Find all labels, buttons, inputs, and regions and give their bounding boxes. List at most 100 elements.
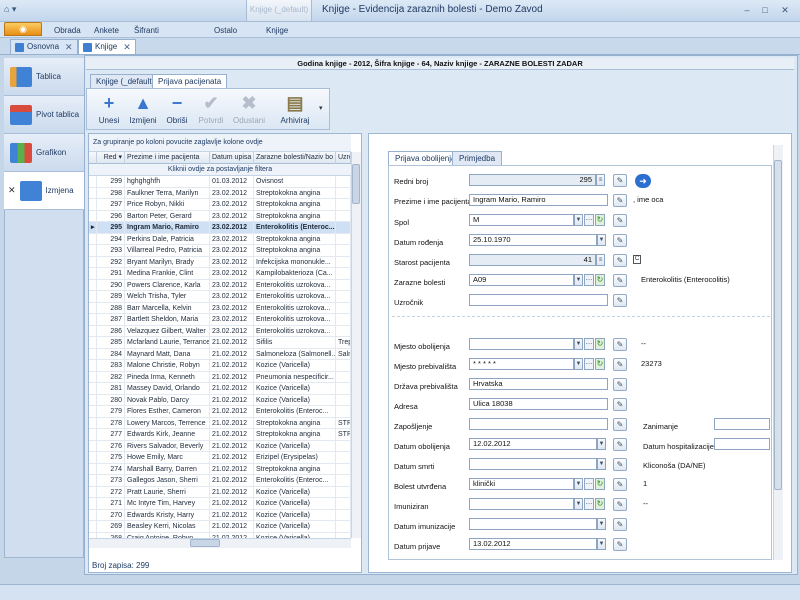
group-by-hint[interactable]: Za grupiranje po koloni povucite zaglavl…	[89, 134, 351, 152]
refresh-icon[interactable]: ↻	[595, 274, 605, 286]
tab-primjedba[interactable]: Primjedba	[452, 151, 503, 165]
column-header-uzrocnik[interactable]: Uzro	[336, 152, 351, 164]
table-row[interactable]: 270 Edwards Kristy, Harry 21.02.2012 Kozice…	[89, 509, 351, 521]
edit-field-button[interactable]: ✎	[613, 254, 627, 267]
datum-imunizacije-field[interactable]	[469, 518, 597, 530]
maximize-button[interactable]: □	[758, 4, 772, 16]
edit-field-button[interactable]: ✎	[613, 294, 627, 307]
spin-icon[interactable]: ≡	[596, 254, 605, 266]
ribbon-tab-obrada[interactable]: Obrada	[54, 26, 81, 35]
edit-field-button[interactable]: ✎	[613, 274, 627, 287]
edit-field-button[interactable]: ✎	[613, 234, 627, 247]
sidebar-item-pivot[interactable]: Pivot tablica	[4, 96, 84, 134]
zarazne-bolesti-field[interactable]: A09	[469, 274, 574, 286]
zaposljenje-field[interactable]	[469, 418, 608, 430]
grid-horizontal-scrollbar[interactable]	[89, 538, 351, 548]
potvrdi-button[interactable]: ✔ Potvrdi	[194, 92, 228, 125]
table-row[interactable]: 299 hghghghfh 01.03.2012 Ovisnost	[89, 176, 351, 188]
close-icon[interactable]: ✕	[8, 185, 16, 196]
sidebar-item-tablica[interactable]: Tablica	[4, 58, 84, 96]
table-row[interactable]: 280 Novak Pablo, Darcy 21.02.2012 Kozice (V…	[89, 394, 351, 406]
dropdown-arrow-icon[interactable]: ▼	[574, 498, 583, 510]
lookup-ellipsis-icon[interactable]: …	[584, 498, 594, 510]
filter-row[interactable]: Kliknii ovdje za postavljanje filtera	[89, 164, 351, 176]
refresh-icon[interactable]: ↻	[595, 478, 605, 490]
edit-field-button[interactable]: ✎	[613, 174, 627, 187]
table-row[interactable]: 296 Barton Peter, Gerard 23.02.2012 Strepto…	[89, 210, 351, 222]
dropdown-arrow-icon[interactable]: ▼	[597, 458, 606, 470]
table-row[interactable]: 269 Beasley Kerri, Nicolas 21.02.2012 Kozic…	[89, 521, 351, 533]
drzava-field[interactable]: Hrvatska	[469, 378, 608, 390]
datum-rodenja-field[interactable]: 25.10.1970	[469, 234, 597, 246]
dropdown-arrow-icon[interactable]: ▼	[574, 478, 583, 490]
table-row[interactable]: 293 Villarreal Pedro, Patricia 23.02.2012 S…	[89, 245, 351, 257]
datum-prijave-field[interactable]: 13.02.2012	[469, 538, 597, 550]
table-row[interactable]: 276 Rivers Salvador, Beverly 21.02.2012 Koz…	[89, 440, 351, 452]
grid-hscroll-thumb[interactable]	[190, 539, 220, 547]
table-row[interactable]: 273 Gallegos Jason, Sherri 21.02.2012 Enter…	[89, 475, 351, 487]
close-tab-icon[interactable]: ✕	[123, 40, 131, 54]
refresh-icon[interactable]: ↻	[595, 214, 605, 226]
dropdown-arrow-icon[interactable]: ▼	[574, 358, 583, 370]
navigate-arrow-icon[interactable]: ➜	[635, 174, 651, 188]
imuniziran-field[interactable]	[469, 498, 574, 510]
table-row[interactable]: 290 Powers Clarence, Karla 23.02.2012 Enter…	[89, 279, 351, 291]
edit-field-button[interactable]: ✎	[613, 458, 627, 471]
bolest-utvrdena-field[interactable]: klinički	[469, 478, 574, 490]
ribbon-tab-ostalo[interactable]: Ostalo	[214, 26, 237, 35]
close-button[interactable]: ✕	[778, 4, 792, 16]
edit-field-button[interactable]: ✎	[613, 518, 627, 531]
datum-hospitalizacije-field[interactable]	[714, 438, 770, 450]
table-row[interactable]: 286 Velazquez Gilbert, Walter 23.02.2012 En…	[89, 325, 351, 337]
toolbar-overflow-icon[interactable]: ▾	[319, 104, 323, 112]
table-row[interactable]: ▸ 295 Ingram Mario, Ramiro 23.02.2012 Entero…	[89, 222, 351, 234]
column-header-red[interactable]: Red ▾	[97, 152, 125, 164]
izmijeni-button[interactable]: ▲ Izmijeni	[126, 92, 160, 125]
minimize-button[interactable]: –	[740, 4, 754, 16]
table-row[interactable]: 271 Mc Intyre Tim, Harvey 21.02.2012 Kozice…	[89, 498, 351, 510]
dropdown-arrow-icon[interactable]: ▼	[574, 214, 583, 226]
odustani-button[interactable]: ✖ Odustani	[232, 92, 266, 125]
table-row[interactable]: 282 Pineda Irma, Kenneth 21.02.2012 Pneumon…	[89, 371, 351, 383]
table-row[interactable]: 272 Pratt Laurie, Sherri 21.02.2012 Kozice …	[89, 486, 351, 498]
table-row[interactable]: 297 Price Robyn, Nikki 23.02.2012 Streptoko…	[89, 199, 351, 211]
refresh-icon[interactable]: ↻	[595, 358, 605, 370]
refresh-icon[interactable]: ↻	[595, 338, 605, 350]
app-menu-button[interactable]: ◉	[4, 22, 42, 36]
mjesto-prebivalista-field[interactable]: * * * * *	[469, 358, 574, 370]
table-row[interactable]: 285 Mcfarland Laurie, Terrance 21.02.2012 S…	[89, 337, 351, 349]
table-row[interactable]: 287 Bartlett Sheldon, Maria 23.02.2012 Ente…	[89, 314, 351, 326]
edit-field-button[interactable]: ✎	[613, 358, 627, 371]
table-row[interactable]: 292 Bryant Marilyn, Brady 23.02.2012 Infekc…	[89, 256, 351, 268]
edit-field-button[interactable]: ✎	[613, 418, 627, 431]
dropdown-arrow-icon[interactable]: ▼	[597, 518, 606, 530]
arhiviraj-button[interactable]: ▤ Arhiviraj	[278, 92, 312, 125]
doc-tab-osnovna[interactable]: Osnovna ✕	[10, 39, 78, 54]
dropdown-arrow-icon[interactable]: ▼	[597, 234, 606, 246]
dropdown-arrow-icon[interactable]: ▼	[597, 538, 606, 550]
table-row[interactable]: 283 Malone Christie, Robyn 21.02.2012 Kozic…	[89, 360, 351, 372]
column-header-datum[interactable]: Datum upisa	[210, 152, 254, 164]
spin-icon[interactable]: ≡	[596, 174, 605, 186]
table-row[interactable]: 288 Barr Marcella, Kelvin 23.02.2012 Entero…	[89, 302, 351, 314]
edit-field-button[interactable]: ✎	[613, 194, 627, 207]
table-row[interactable]: 291 Medina Frankie, Clint 23.02.2012 Kampil…	[89, 268, 351, 280]
subtab-prijava-pacijenata[interactable]: Prijava pacijenata	[152, 74, 228, 88]
table-row[interactable]: 294 Perkins Dale, Patricia 23.02.2012 Strep…	[89, 233, 351, 245]
subtab-knjige-default[interactable]: Knjige (_default)	[90, 74, 161, 88]
prezime-field[interactable]: Ingram Mario, Ramiro	[469, 194, 608, 206]
table-row[interactable]: 278 Lowery Marcos, Terrence 21.02.2012 Stre…	[89, 417, 351, 429]
edit-field-button[interactable]: ✎	[613, 378, 627, 391]
grid-vertical-scrollbar[interactable]	[351, 152, 361, 538]
starost-field[interactable]: 41	[469, 254, 596, 266]
table-row[interactable]: 275 Howe Emily, Marc 21.02.2012 Erizipel (E…	[89, 452, 351, 464]
table-row[interactable]: 289 Welch Trisha, Tyler 23.02.2012 Enteroko…	[89, 291, 351, 303]
edit-field-button[interactable]: ✎	[613, 498, 627, 511]
edit-field-button[interactable]: ✎	[613, 214, 627, 227]
dropdown-arrow-icon[interactable]: ▼	[574, 338, 583, 350]
table-row[interactable]: 277 Edwards Kirk, Jeanne 21.02.2012 Strepto…	[89, 429, 351, 441]
datum-smrti-field[interactable]	[469, 458, 597, 470]
sidebar-item-grafikon[interactable]: Grafikon	[4, 134, 84, 172]
table-row[interactable]: 274 Marshall Barry, Darren 21.02.2012 Strep…	[89, 463, 351, 475]
calculator-icon[interactable]: C	[633, 255, 641, 264]
